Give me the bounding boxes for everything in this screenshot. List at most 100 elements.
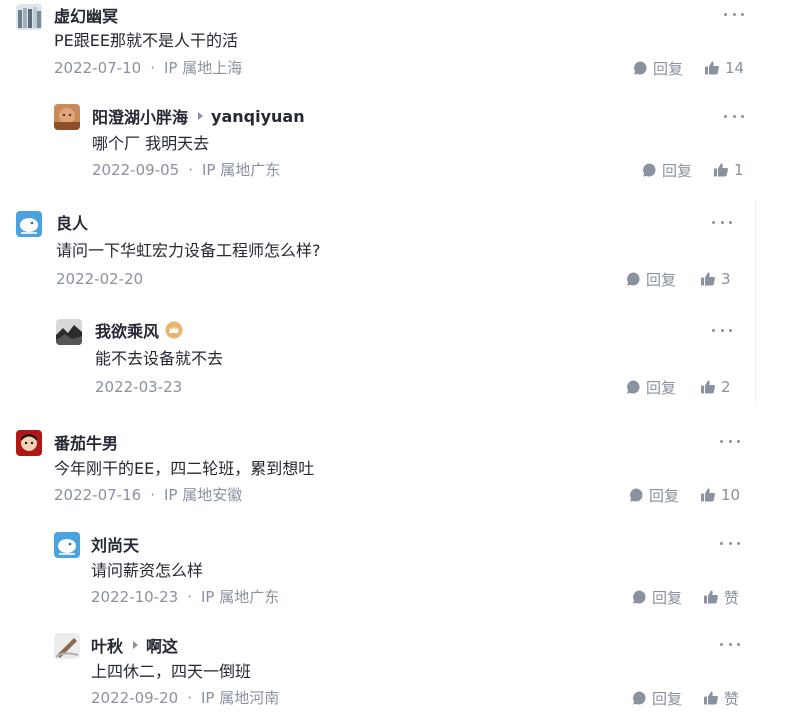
username[interactable]: 我欲乘风 [95, 318, 159, 342]
more-dots-icon[interactable] [724, 110, 744, 122]
comment-meta: 2022-09-05 · IP 属地广东 [92, 160, 280, 180]
like-button[interactable]: 2 [700, 377, 731, 397]
comment-text: 请问一下华虹宏力设备工程师怎么样? [56, 241, 321, 260]
comment-header: 虚幻幽冥 [54, 4, 118, 26]
like-button[interactable]: 赞 [703, 587, 739, 607]
like-count: 2 [721, 378, 731, 396]
caret-right-icon [133, 641, 139, 649]
thread-divider-line [755, 200, 756, 405]
meta-separator: · [188, 161, 193, 179]
thumbs-up-icon [705, 61, 719, 75]
reply-button[interactable]: 回复 [632, 58, 683, 78]
reply-label: 回复 [646, 378, 677, 397]
comment-bubble-icon [627, 272, 640, 286]
comment-date: 2022-09-20 [91, 689, 179, 707]
more-dots-icon[interactable] [712, 216, 732, 228]
reply-button[interactable]: 回复 [631, 587, 682, 607]
like-count: 3 [721, 270, 731, 288]
thumbs-up-icon [704, 590, 718, 604]
meta-separator: · [150, 486, 155, 504]
ip-location: IP 属地广东 [201, 161, 281, 179]
thumbs-up-icon [714, 163, 728, 177]
like-count: 1 [734, 161, 744, 179]
comment-text: 上四休二，四天一倒班 [91, 662, 252, 681]
avatar[interactable] [16, 430, 42, 456]
reply-label: 回复 [662, 161, 693, 180]
like-button[interactable]: 14 [704, 58, 744, 78]
comment-text: 今年刚干的EE，四二轮班，累到想吐 [54, 459, 315, 478]
comment-date: 2022-07-16 [54, 486, 142, 504]
thumbs-up-icon [701, 380, 715, 394]
username[interactable]: 良人 [56, 210, 88, 234]
more-dots-icon[interactable] [720, 638, 740, 650]
reply-button[interactable]: 回复 [641, 160, 692, 180]
comment-date: 2022-02-20 [56, 270, 144, 288]
reply-label: 回复 [646, 270, 677, 289]
ip-location: IP 属地上海 [163, 59, 243, 77]
reply-button[interactable]: 回复 [628, 485, 679, 505]
more-dots-icon[interactable] [720, 537, 740, 549]
reply-target-username[interactable]: yanqiyuan [211, 107, 305, 126]
username[interactable]: 番茄牛男 [54, 430, 118, 454]
comment-header: 番茄牛男 [54, 431, 118, 453]
comment-header: 我欲乘风 [95, 319, 183, 341]
comment-bubble-icon [627, 380, 640, 394]
ip-location: IP 属地安徽 [163, 486, 243, 504]
like-button[interactable]: 10 [700, 485, 740, 505]
reply-button[interactable]: 回复 [631, 688, 682, 708]
like-button[interactable]: 1 [713, 160, 744, 180]
avatar[interactable] [16, 211, 42, 237]
comment-text: 请问薪资怎么样 [91, 561, 204, 580]
comment-date: 2022-03-23 [95, 378, 183, 396]
caret-right-icon [198, 112, 204, 120]
comment-date: 2022-10-23 [91, 588, 179, 606]
meta-separator: · [187, 689, 192, 707]
crown-badge-icon [165, 321, 183, 339]
ip-location: IP 属地河南 [200, 689, 280, 707]
avatar[interactable] [56, 319, 82, 345]
more-dots-icon[interactable] [720, 435, 740, 447]
comment-header: 良人 [56, 211, 88, 233]
like-count: 10 [721, 486, 741, 504]
thumbs-up-icon [704, 691, 718, 705]
comment-meta: 2022-10-23 · IP 属地广东 [91, 587, 279, 607]
like-button[interactable]: 3 [700, 269, 731, 289]
reply-label: 回复 [652, 588, 683, 607]
username[interactable]: 阳澄湖小胖海 [92, 104, 188, 128]
meta-separator: · [150, 59, 155, 77]
more-dots-icon[interactable] [724, 8, 744, 20]
like-count: 14 [725, 59, 745, 77]
comment-meta: 2022-09-20 · IP 属地河南 [91, 688, 279, 708]
comment-header: 叶秋 啊这 [91, 634, 178, 656]
comment-text: 能不去设备就不去 [95, 349, 224, 368]
comment-text: PE跟EE那就不是人干的活 [54, 31, 238, 50]
like-button[interactable]: 赞 [703, 688, 739, 708]
avatar[interactable] [54, 532, 80, 558]
reply-label: 回复 [653, 59, 684, 78]
comment-bubble-icon [633, 691, 646, 705]
avatar[interactable] [16, 4, 42, 30]
comment-meta: 2022-07-16 · IP 属地安徽 [54, 485, 242, 505]
comment-meta: 2022-03-23 [95, 377, 182, 397]
reply-label: 回复 [652, 689, 683, 708]
comment-bubble-icon [634, 61, 647, 75]
username[interactable]: 虚幻幽冥 [54, 3, 118, 27]
avatar[interactable] [54, 633, 80, 659]
username[interactable]: 叶秋 [91, 633, 123, 657]
comment-bubble-icon [630, 488, 643, 502]
ip-location: IP 属地广东 [200, 588, 280, 606]
reply-target-username[interactable]: 啊这 [146, 633, 178, 657]
comment-header: 阳澄湖小胖海 yanqiyuan [92, 104, 305, 128]
username[interactable]: 刘尚天 [91, 532, 139, 556]
reply-button[interactable]: 回复 [625, 377, 676, 397]
like-count: 赞 [724, 588, 740, 607]
thumbs-up-icon [701, 488, 715, 502]
avatar[interactable] [54, 104, 80, 130]
reply-button[interactable]: 回复 [625, 269, 676, 289]
reply-label: 回复 [649, 486, 680, 505]
like-count: 赞 [724, 689, 740, 708]
meta-separator: · [187, 588, 192, 606]
comment-text: 哪个厂 我明天去 [92, 134, 210, 153]
comment-header: 刘尚天 [91, 533, 139, 555]
more-dots-icon[interactable] [712, 324, 732, 336]
